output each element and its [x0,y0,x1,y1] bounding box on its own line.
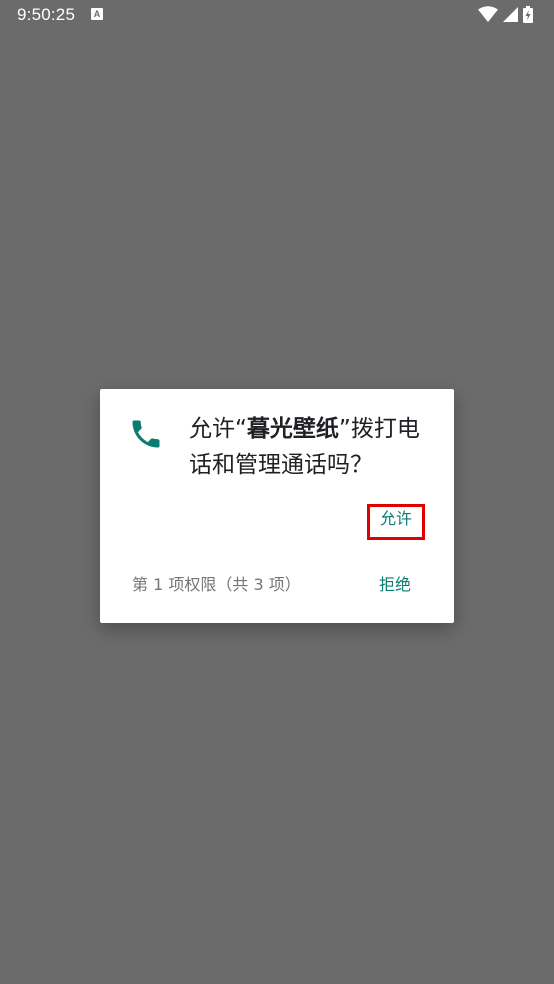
allow-button[interactable]: 允许 [370,507,422,531]
permission-dialog: 允许“暮光壁纸”拨打电话和管理通话吗？ 允许 第 1 项权限（共 3 项） 拒绝 [100,389,454,623]
title-prefix: 允许“ [189,416,247,442]
notification-a-label: A [93,9,101,19]
wifi-icon [478,6,498,22]
status-icons [478,6,538,24]
battery-charging-icon [523,6,533,23]
status-bar: 9:50:25 A [0,0,554,30]
permission-counter: 第 1 项权限（共 3 项） [132,575,301,594]
dialog-title: 允许“暮光壁纸”拨打电话和管理通话吗？ [189,411,439,483]
phone-icon [132,420,160,448]
status-time: 9:50:25 [17,5,76,24]
app-name: 暮光壁纸 [246,416,339,442]
deny-button[interactable]: 拒绝 [371,573,419,597]
notification-a-icon: A [91,8,103,20]
cellular-signal-icon [503,7,518,22]
